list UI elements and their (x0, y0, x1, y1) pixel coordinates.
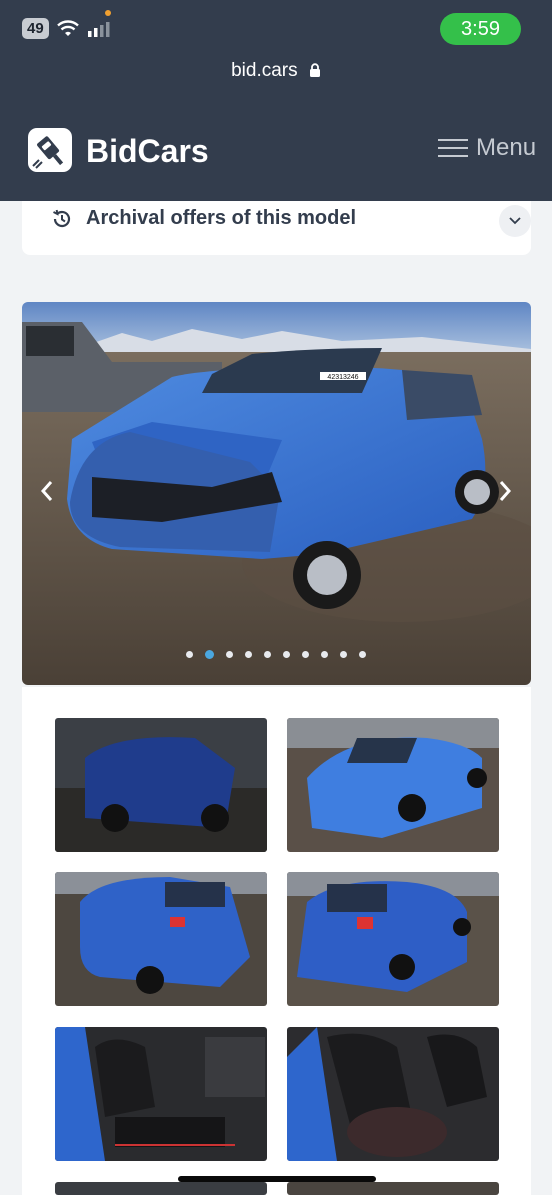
lock-icon (309, 63, 320, 78)
carousel-dot[interactable] (245, 651, 252, 658)
bidcars-logo-icon[interactable] (28, 128, 72, 172)
car-front-damage-photo: 42313246 (22, 302, 531, 685)
wifi-icon (56, 19, 79, 36)
thumbnail-partial-right[interactable] (287, 1182, 499, 1195)
thumbnail-interior-passenger-seat[interactable] (287, 1027, 499, 1161)
hamburger-icon (438, 137, 468, 159)
carousel-dot[interactable] (264, 651, 271, 658)
thumbnail-grid (22, 687, 531, 1195)
home-indicator (178, 1176, 376, 1182)
battery-level: 49 (22, 18, 49, 39)
top-bar: 49 3:59 bid.cars BidCars Menu (0, 0, 552, 201)
chevron-right-icon (499, 481, 512, 501)
thumbnail-rear-left-dark[interactable] (55, 718, 267, 852)
archival-offers-label: Archival offers of this model (86, 207, 357, 229)
menu-button[interactable]: Menu (438, 134, 536, 162)
next-photo-button[interactable] (498, 480, 512, 508)
menu-label: Menu (476, 134, 537, 161)
chevron-down-icon[interactable] (499, 205, 531, 237)
chevron-left-icon (40, 481, 53, 501)
brand-name[interactable]: BidCars (86, 128, 209, 174)
carousel-dots (186, 650, 366, 659)
carousel-dot[interactable] (226, 651, 233, 658)
status-indicators: 49 (22, 18, 111, 39)
thumbnail-rear-left[interactable] (55, 872, 267, 1006)
carousel-dot[interactable] (340, 651, 347, 658)
url-text: bid.cars (231, 60, 298, 81)
thumbnail-partial-left[interactable] (55, 1182, 267, 1195)
thumbnail-rear-right[interactable] (287, 872, 499, 1006)
archival-offers-dropdown[interactable]: Archival offers of this model (22, 201, 531, 255)
carousel-dot[interactable] (321, 651, 328, 658)
thumbnail-interior-driver-seat[interactable] (55, 1027, 267, 1161)
carousel-dot[interactable] (205, 650, 214, 659)
privacy-indicator-dot (105, 10, 111, 16)
carousel-dot[interactable] (302, 651, 309, 658)
carousel-dot[interactable] (359, 651, 366, 658)
lot-sticker: 42313246 (327, 374, 358, 381)
carousel-dot[interactable] (283, 651, 290, 658)
signal-icon (87, 21, 110, 37)
thumbnail-front-left[interactable] (287, 718, 499, 852)
history-icon (53, 209, 71, 228)
status-time: 3:59 (440, 13, 521, 45)
main-photo-carousel[interactable]: 42313246 (22, 302, 531, 685)
previous-photo-button[interactable] (40, 480, 54, 508)
address-bar[interactable]: bid.cars (0, 60, 552, 82)
carousel-dot[interactable] (186, 651, 193, 658)
